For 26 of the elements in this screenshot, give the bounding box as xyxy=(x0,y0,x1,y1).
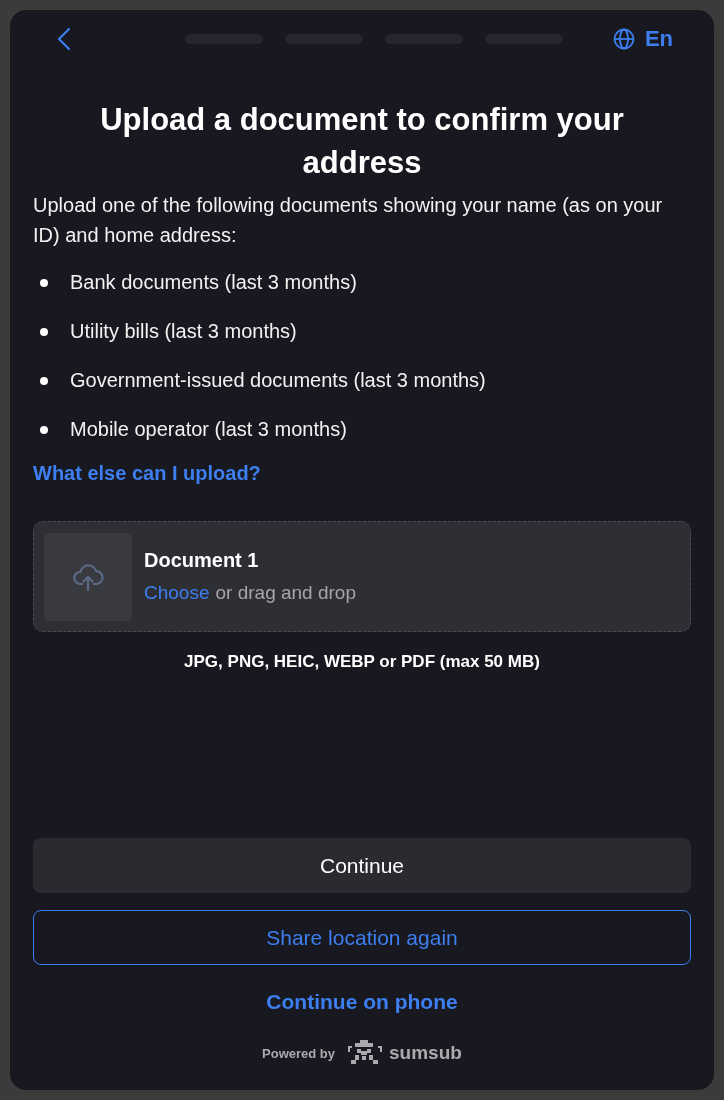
help-link[interactable]: What else can I upload? xyxy=(33,462,261,485)
powered-by-text: Powered by xyxy=(262,1045,336,1061)
bullet-icon xyxy=(40,278,48,287)
document-type: Bank documents (last 3 months) xyxy=(70,271,357,294)
page-title: Upload a document to confirm your address xyxy=(99,101,625,182)
cloud-upload-icon xyxy=(72,561,104,592)
document-type: Government-issued documents (last 3 months) xyxy=(70,369,486,392)
intro-text: Upload one of the following documents showing your name (as on your ID) and home address: xyxy=(33,193,664,248)
upload-dropzone[interactable]: Document 1 Choose or drag and drop xyxy=(33,521,691,632)
globe-icon xyxy=(612,28,635,50)
choose-link[interactable]: Choose xyxy=(144,582,210,604)
continue-on-phone-button[interactable]: Continue on phone xyxy=(33,982,691,1022)
document-type: Utility bills (last 3 months) xyxy=(70,320,297,343)
document-title: Document 1 xyxy=(144,549,260,572)
file-formats-text: JPG, PNG, HEIC, WEBP or PDF (max 50 MB) xyxy=(183,652,541,672)
bullet-icon xyxy=(40,376,48,385)
document-type: Mobile operator (last 3 months) xyxy=(70,418,347,441)
bullet-icon xyxy=(40,425,48,434)
continue-button[interactable]: Continue xyxy=(33,838,691,893)
bullet-icon xyxy=(40,327,48,336)
drag-hint: or drag and drop xyxy=(215,582,356,604)
brand-name: sumsub xyxy=(389,1042,462,1064)
pixel-logo-icon xyxy=(347,1040,384,1066)
back-icon xyxy=(57,27,71,51)
language-button[interactable]: En xyxy=(612,26,673,52)
share-location-button[interactable]: Share location again xyxy=(33,910,691,965)
